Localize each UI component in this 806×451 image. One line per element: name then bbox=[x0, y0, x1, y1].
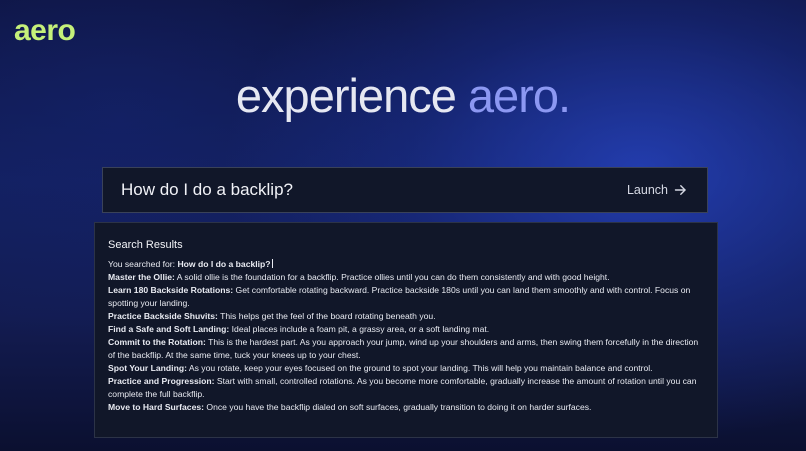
step-title: Master the Ollie: bbox=[108, 272, 175, 282]
result-step: Commit to the Rotation: This is the hard… bbox=[108, 336, 705, 362]
search-input[interactable] bbox=[121, 180, 627, 200]
step-text: As you rotate, keep your eyes focused on… bbox=[186, 363, 653, 373]
step-title: Commit to the Rotation: bbox=[108, 337, 206, 347]
results-title: Search Results bbox=[108, 239, 183, 251]
hero-accent-text: aero. bbox=[467, 69, 571, 122]
step-text: A solid ollie is the foundation for a ba… bbox=[174, 272, 610, 282]
hero-headline: experience aero. bbox=[0, 72, 806, 119]
step-title: Learn 180 Backside Rotations: bbox=[108, 285, 234, 295]
step-title: Move to Hard Surfaces: bbox=[108, 402, 204, 412]
step-title: Spot Your Landing: bbox=[108, 363, 187, 373]
aero-logo[interactable]: aero bbox=[14, 16, 76, 46]
result-step: Spot Your Landing: As you rotate, keep y… bbox=[108, 362, 705, 375]
step-text: Ideal places include a foam pit, a grass… bbox=[229, 324, 490, 334]
text-caret bbox=[271, 259, 273, 268]
step-title: Find a Safe and Soft Landing: bbox=[108, 324, 230, 334]
step-title: Practice Backside Shuvits: bbox=[108, 311, 218, 321]
step-text: This helps get the feel of the board rot… bbox=[217, 311, 436, 321]
arrow-right-icon bbox=[674, 184, 687, 196]
results-steps: Master the Ollie: A solid ollie is the f… bbox=[108, 271, 705, 414]
hero-main-text: experience bbox=[235, 69, 468, 122]
launch-label: Launch bbox=[626, 183, 668, 197]
result-step: Practice and Progression: Start with sma… bbox=[108, 375, 705, 401]
result-step: Practice Backside Shuvits: This helps ge… bbox=[108, 310, 705, 323]
launch-button[interactable]: Launch bbox=[627, 183, 687, 197]
step-title: Practice and Progression: bbox=[108, 376, 215, 386]
result-step: Find a Safe and Soft Landing: Ideal plac… bbox=[108, 323, 705, 336]
result-step: Move to Hard Surfaces: Once you have the… bbox=[108, 401, 705, 414]
search-bar: Launch bbox=[102, 167, 708, 213]
searched-prefix: You searched for: bbox=[108, 259, 178, 269]
result-step: Learn 180 Backside Rotations: Get comfor… bbox=[108, 284, 705, 310]
step-text: Once you have the backflip dialed on sof… bbox=[204, 402, 592, 412]
searched-for-line: You searched for: How do I do a backlip? bbox=[108, 258, 705, 271]
search-results-panel: Search Results You searched for: How do … bbox=[94, 222, 718, 438]
result-step: Master the Ollie: A solid ollie is the f… bbox=[108, 271, 705, 284]
searched-query: How do I do a backlip? bbox=[177, 259, 271, 269]
